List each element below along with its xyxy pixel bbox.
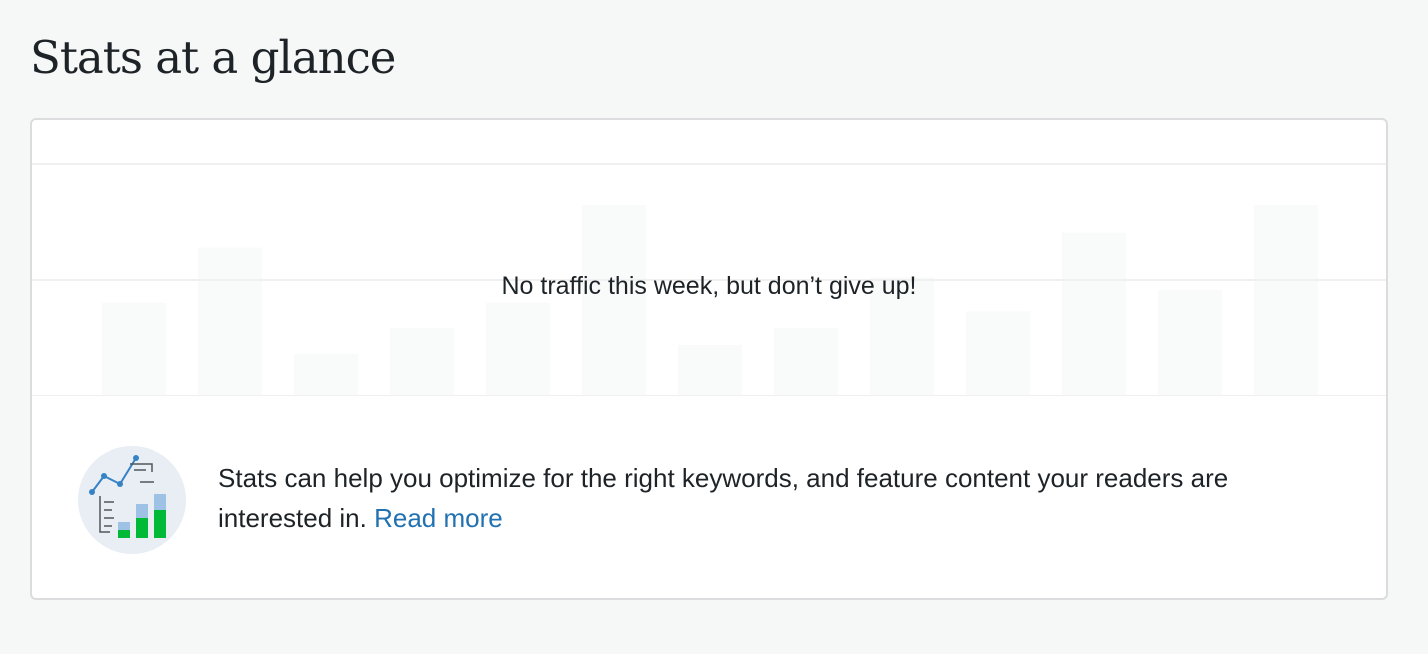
placeholder-chart-svg xyxy=(32,163,1386,396)
placeholder-bar xyxy=(294,353,358,396)
stats-info-text: Stats can help you optimize for the righ… xyxy=(218,458,1238,538)
placeholder-bar xyxy=(678,345,742,396)
placeholder-bar xyxy=(102,302,166,396)
placeholder-bar xyxy=(966,311,1030,396)
stats-chart-illustration-icon xyxy=(78,446,186,554)
stats-info-body: Stats can help you optimize for the righ… xyxy=(218,463,1229,533)
placeholder-bar xyxy=(486,302,550,396)
placeholder-bar xyxy=(1062,232,1126,396)
placeholder-bar xyxy=(1158,290,1222,396)
placeholder-bar xyxy=(390,328,454,396)
read-more-link[interactable]: Read more xyxy=(374,503,503,533)
placeholder-chart xyxy=(32,120,1386,396)
stats-card: No traffic this week, but don’t give up! xyxy=(30,118,1388,600)
stats-info-section: Stats can help you optimize for the righ… xyxy=(32,398,1386,598)
placeholder-bar xyxy=(774,328,838,396)
page-title: Stats at a glance xyxy=(30,31,396,84)
empty-traffic-message: No traffic this week, but don’t give up! xyxy=(501,272,917,300)
